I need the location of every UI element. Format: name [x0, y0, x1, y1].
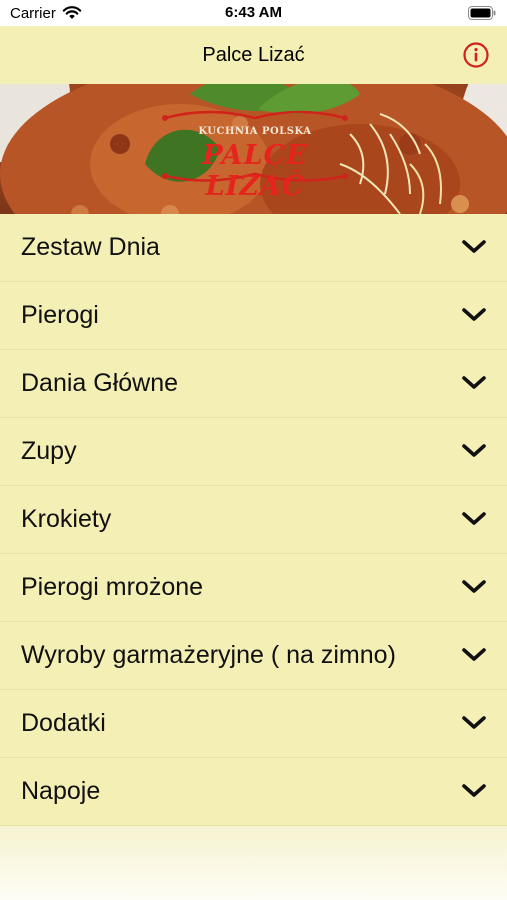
category-item[interactable]: Zestaw Dnia: [0, 214, 507, 282]
navigation-bar: Palce Lizać: [0, 26, 507, 84]
restaurant-banner: KUCHNIA POLSKA PALCE LIZAĆ: [0, 84, 507, 214]
chevron-down-icon: [462, 648, 486, 661]
category-label: Krokiety: [21, 505, 112, 533]
category-item[interactable]: Napoje: [0, 758, 507, 826]
logo-subtitle: KUCHNIA POLSKA: [198, 126, 312, 137]
category-item[interactable]: Dania Główne: [0, 350, 507, 418]
chevron-down-icon: [462, 376, 486, 389]
category-item[interactable]: Dodatki: [0, 690, 507, 758]
status-bar: Carrier 6:43 AM: [0, 0, 507, 26]
category-label: Zupy: [21, 437, 77, 465]
category-label: Napoje: [21, 777, 101, 805]
category-label: Pierogi: [21, 301, 99, 329]
battery-icon: [468, 6, 496, 20]
logo-title: PALCE LIZAĆ: [202, 140, 308, 202]
category-item[interactable]: Zupy: [0, 418, 507, 486]
category-item[interactable]: Pierogi: [0, 282, 507, 350]
empty-area: [0, 826, 507, 900]
category-item[interactable]: Krokiety: [0, 486, 507, 554]
chevron-down-icon: [462, 444, 486, 457]
chevron-down-icon: [462, 716, 486, 729]
chevron-down-icon: [462, 512, 486, 525]
category-list: Zestaw Dnia Pierogi Dania Główne Zupy Kr…: [0, 214, 507, 826]
info-icon[interactable]: [462, 41, 490, 69]
restaurant-logo: KUCHNIA POLSKA PALCE LIZAĆ: [150, 106, 360, 202]
chevron-down-icon: [462, 580, 486, 593]
chevron-down-icon: [462, 308, 486, 321]
category-label: Dodatki: [21, 709, 106, 737]
category-label: Wyroby garmażeryjne ( na zimno): [21, 641, 396, 669]
chevron-down-icon: [462, 784, 486, 797]
page-title: Palce Lizać: [202, 44, 305, 66]
category-label: Zestaw Dnia: [21, 233, 160, 261]
category-label: Pierogi mrożone: [21, 573, 204, 601]
category-item[interactable]: Wyroby garmażeryjne ( na zimno): [0, 622, 507, 690]
clock-label: 6:43 AM: [225, 4, 282, 21]
chevron-down-icon: [462, 240, 486, 253]
category-label: Dania Główne: [21, 369, 179, 397]
category-item[interactable]: Pierogi mrożone: [0, 554, 507, 622]
